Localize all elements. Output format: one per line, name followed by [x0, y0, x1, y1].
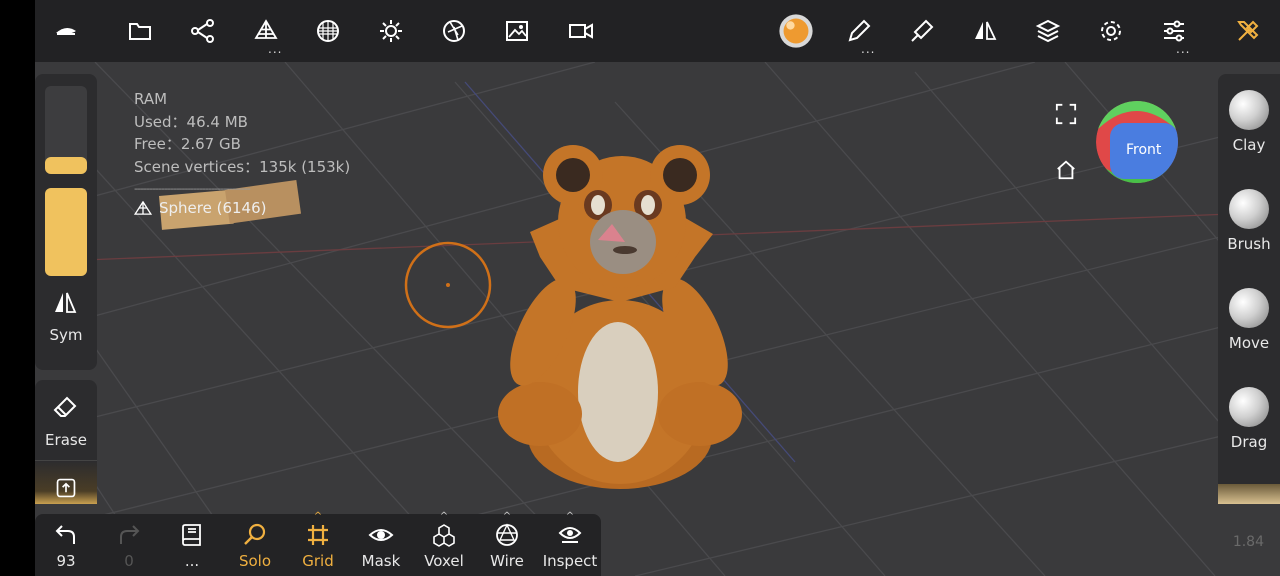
bear-model — [498, 145, 742, 489]
radius-slider[interactable] — [45, 86, 87, 174]
tool-brush[interactable]: Brush — [1218, 189, 1280, 253]
inspect-label: Inspect — [542, 552, 598, 570]
tool-brush-label: Brush — [1227, 235, 1271, 253]
image-icon[interactable] — [498, 12, 536, 50]
mesh-icon — [134, 201, 152, 215]
inspect-toggle[interactable]: ^ Inspect — [540, 511, 600, 576]
clay-tool-icon — [1229, 90, 1269, 130]
nav-cube-face-label: Front — [1126, 142, 1162, 158]
undo-button[interactable]: 93 — [36, 514, 96, 576]
wireframe-icon — [496, 523, 518, 546]
camera-aperture-icon[interactable] — [435, 12, 473, 50]
mask-toggle[interactable]: Mask — [351, 514, 411, 576]
voxel-button[interactable]: ^ Voxel — [414, 511, 474, 576]
layers-icon[interactable] — [1029, 12, 1067, 50]
tool-clay[interactable]: Clay — [1218, 90, 1280, 154]
tools-icon[interactable] — [1229, 12, 1267, 50]
paint-brush-icon[interactable] — [903, 12, 941, 50]
more-tools-edge[interactable] — [1218, 484, 1280, 504]
tool-drag[interactable]: Drag — [1218, 387, 1280, 451]
search-icon — [244, 523, 266, 545]
scene-book-button[interactable]: ... — [162, 514, 222, 576]
video-camera-icon[interactable] — [562, 12, 600, 50]
settings-gear-icon[interactable] — [1092, 12, 1130, 50]
redo-count: 0 — [124, 552, 134, 570]
symmetry-icon[interactable] — [966, 12, 1004, 50]
pen-more-dots: ... — [861, 42, 876, 56]
solo-label: Solo — [238, 552, 272, 570]
undo-count: 93 — [56, 552, 76, 570]
grid-label: Grid — [302, 552, 334, 570]
wire-toggle[interactable]: ^ Wire — [477, 511, 537, 576]
folder-icon[interactable] — [121, 12, 159, 50]
topology-more-dots: ... — [268, 42, 283, 56]
material-icon[interactable] — [309, 12, 347, 50]
material-sphere-icon[interactable] — [777, 12, 815, 50]
sym-label: Sym — [49, 326, 83, 344]
version-label: 1.84 — [1232, 534, 1264, 550]
grid-more-indicator: ^ — [313, 511, 323, 522]
voxel-cubes-icon — [433, 524, 455, 547]
light-icon[interactable] — [372, 12, 410, 50]
intensity-slider[interactable] — [45, 188, 87, 276]
tool-move[interactable]: Move — [1218, 288, 1280, 352]
upload-icon — [56, 478, 76, 498]
undo-icon — [55, 525, 75, 544]
radius-slider-fill — [45, 157, 87, 174]
stats-overlay: RAM Used：46.4 MB Free：2.67 GB Scene vert… — [134, 88, 350, 200]
sliders-more-dots: ... — [1176, 42, 1191, 56]
scene-dots: ... — [184, 552, 200, 570]
eraser-icon[interactable] — [52, 394, 80, 420]
intensity-slider-fill — [45, 188, 87, 276]
symmetry-toggle-icon[interactable] — [52, 290, 80, 316]
fullscreen-icon[interactable] — [1055, 103, 1079, 127]
book-icon — [182, 524, 201, 546]
ram-free: Free：2.67 GB — [134, 135, 241, 153]
redo-icon — [120, 525, 140, 544]
wire-more-indicator: ^ — [502, 511, 512, 522]
app-logo-icon[interactable] — [47, 12, 85, 50]
stats-separator: --------------------------------------- — [134, 182, 251, 195]
right-tool-panel: Clay Brush Move Drag — [1218, 74, 1280, 504]
tool-drag-label: Drag — [1230, 433, 1268, 451]
drag-tool-icon — [1229, 387, 1269, 427]
left-erase-panel: Erase — [35, 380, 97, 504]
grid-toggle[interactable]: ^ Grid — [288, 511, 348, 576]
inspect-more-indicator: ^ — [565, 511, 575, 522]
inspect-eye-icon — [558, 527, 582, 543]
redo-button[interactable]: 0 — [99, 514, 159, 576]
grid-icon — [308, 525, 328, 545]
voxel-more-indicator: ^ — [439, 511, 449, 522]
wire-label: Wire — [490, 552, 524, 570]
mask-label: Mask — [361, 552, 401, 570]
ram-label: RAM — [134, 90, 168, 108]
home-view-icon[interactable] — [1055, 159, 1079, 183]
tool-clay-label: Clay — [1232, 136, 1266, 154]
tool-move-label: Move — [1228, 334, 1270, 352]
navigation-cube[interactable]: Front — [1096, 101, 1178, 183]
eye-icon — [368, 529, 394, 541]
erase-label: Erase — [45, 431, 87, 449]
ram-used: Used：46.4 MB — [134, 112, 248, 131]
scene-graph-icon[interactable] — [184, 12, 222, 50]
solo-toggle[interactable]: Solo — [225, 514, 285, 576]
move-tool-icon — [1229, 288, 1269, 328]
scene-vertices: Scene vertices：135k (153k) — [134, 157, 351, 176]
top-toolbar: ... ... ... — [35, 0, 1280, 62]
mesh-name: Sphere (6146) — [159, 199, 267, 217]
upload-button[interactable] — [35, 460, 97, 504]
bottom-toolbar: 93 0 ... Solo ^ Grid Mask ^ Voxel ^ Wire… — [35, 511, 601, 576]
left-tool-panel: Sym — [35, 74, 97, 370]
brush-tool-icon — [1229, 189, 1269, 229]
mesh-list-item[interactable]: Sphere (6146) — [134, 199, 267, 217]
voxel-label: Voxel — [424, 552, 464, 570]
